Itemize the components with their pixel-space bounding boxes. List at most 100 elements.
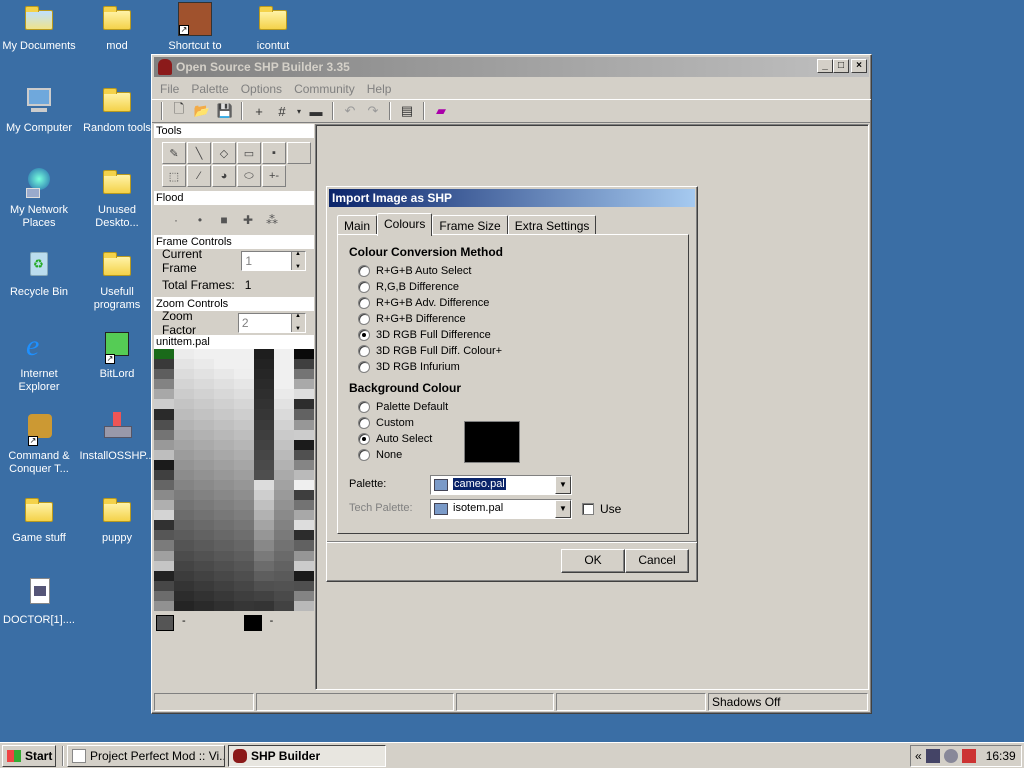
palette-swatch[interactable] [234,349,254,360]
pattern-brush-icon[interactable]: ⁂ [262,211,282,229]
palette-swatch[interactable] [174,540,194,551]
palette-swatch[interactable] [254,480,274,491]
palette-swatch[interactable] [294,490,314,501]
palette-swatch[interactable] [294,359,314,370]
palette-swatch[interactable] [214,530,234,541]
palette-swatch[interactable] [234,490,254,501]
palette-swatch[interactable] [274,459,294,470]
palette-swatch[interactable] [174,520,194,531]
radio-option[interactable]: Custom [358,415,688,431]
palette-swatch[interactable] [154,449,174,460]
palette-swatch[interactable] [194,510,214,521]
palette-swatch[interactable] [234,359,254,370]
palette-swatch[interactable] [294,560,314,571]
palette-swatch[interactable] [194,520,214,531]
desktop-icon-unused-desktop[interactable]: Unused Deskto... [78,166,156,230]
palette-swatch[interactable] [154,490,174,501]
palette-swatch[interactable] [254,349,274,360]
desktop-icon-mod[interactable]: mod [78,2,156,53]
palette-swatch[interactable] [254,500,274,511]
select-tool-icon[interactable]: ⬚ [162,165,186,187]
radio-button[interactable] [358,361,370,373]
palette-swatch[interactable] [294,409,314,420]
palette-swatch[interactable] [214,540,234,551]
palette-swatch[interactable] [274,570,294,581]
palette-swatch[interactable] [254,419,274,430]
palette-swatch[interactable] [154,409,174,420]
palette-swatch[interactable] [274,540,294,551]
palette-swatch[interactable] [234,570,254,581]
crosshair-icon[interactable]: + [249,101,269,121]
save-icon[interactable]: 💾 [215,101,235,121]
alert-tray-icon[interactable] [961,749,976,763]
desktop-icon-shortcut[interactable]: ↗ Shortcut to [156,2,234,53]
taskbar-item-shp-builder[interactable]: SHP Builder [228,744,386,767]
palette-swatch[interactable] [214,560,234,571]
palette-swatch[interactable] [294,500,314,511]
tray-expand-icon[interactable]: « [915,749,922,763]
palette-swatch[interactable] [274,500,294,511]
redo-icon[interactable]: ↷ [363,101,383,121]
palette-swatch[interactable] [174,469,194,480]
cancel-button[interactable]: Cancel [625,549,689,573]
radio-button[interactable] [358,265,370,277]
rectangle-tool-icon[interactable]: ▭ [237,142,261,164]
palette-swatch[interactable] [254,520,274,531]
menu-palette[interactable]: Palette [185,82,234,96]
menu-file[interactable]: File [154,82,185,96]
palette-swatch[interactable] [254,439,274,450]
palette-swatch[interactable] [154,520,174,531]
radio-button[interactable] [358,433,370,445]
fill-rect-tool-icon[interactable]: ▪ [262,142,286,164]
palette-swatch[interactable] [234,580,254,591]
palette-swatch[interactable] [154,419,174,430]
palette-swatch[interactable] [294,459,314,470]
blank-tool[interactable] [287,142,311,164]
palette-swatch[interactable] [274,429,294,440]
desktop-icon-random-tools[interactable]: Random tools [78,84,156,135]
menu-help[interactable]: Help [361,82,398,96]
palette-swatch[interactable] [234,389,254,400]
palette-swatch[interactable] [194,540,214,551]
palette-swatch[interactable] [174,429,194,440]
palette-swatch[interactable] [234,449,254,460]
palette-swatch[interactable] [274,449,294,460]
palette-swatch[interactable] [214,510,234,521]
palette-swatch[interactable] [214,500,234,511]
palette-swatch[interactable] [274,389,294,400]
palette-swatch[interactable] [274,520,294,531]
palette-swatch[interactable] [254,510,274,521]
palette-swatch[interactable] [194,590,214,601]
palette-swatch[interactable] [294,419,314,430]
palette-swatch[interactable] [154,399,174,410]
palette-swatch[interactable] [214,459,234,470]
palette-swatch[interactable] [234,469,254,480]
flood-tool-icon[interactable]: ◕ [212,165,236,187]
palette-swatch[interactable] [254,570,274,581]
palette-swatch[interactable] [274,439,294,450]
palette-swatch[interactable] [294,480,314,491]
desktop-icon-my-computer[interactable]: My Computer [0,84,78,135]
background-colour-swatch[interactable] [464,421,520,463]
palette-swatch[interactable] [194,389,214,400]
palette-swatch[interactable] [194,490,214,501]
palette-swatch[interactable] [274,490,294,501]
palette-swatch[interactable] [194,500,214,511]
palette-swatch[interactable] [154,580,174,591]
palette-swatch[interactable] [154,530,174,541]
palette-swatch[interactable] [174,359,194,370]
palette-swatch[interactable] [154,480,174,491]
palette-swatch[interactable] [214,480,234,491]
palette-swatch[interactable] [234,530,254,541]
palette-swatch[interactable] [274,550,294,561]
palette-swatch[interactable] [214,580,234,591]
palette-swatch[interactable] [274,580,294,591]
palette-swatch[interactable] [154,439,174,450]
palette-swatch[interactable] [274,469,294,480]
palette-swatch[interactable] [214,590,234,601]
palette-swatch[interactable] [214,429,234,440]
palette-swatch[interactable] [194,399,214,410]
palette-swatch[interactable] [174,550,194,561]
palette-swatch[interactable] [194,580,214,591]
pencil-tool-icon[interactable]: ✎ [162,142,186,164]
